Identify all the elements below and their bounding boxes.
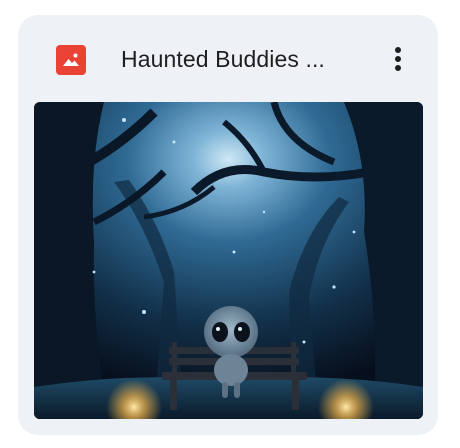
file-title[interactable]: Haunted Buddies ... bbox=[121, 43, 361, 75]
more-vert-icon bbox=[395, 47, 401, 53]
menu-dot bbox=[395, 65, 401, 71]
file-thumbnail[interactable] bbox=[34, 102, 423, 419]
file-card[interactable]: Haunted Buddies ... bbox=[18, 15, 438, 435]
thumbnail-image bbox=[34, 102, 423, 419]
more-options-button[interactable] bbox=[378, 39, 418, 79]
menu-dot bbox=[395, 56, 401, 62]
image-file-icon bbox=[56, 45, 86, 75]
